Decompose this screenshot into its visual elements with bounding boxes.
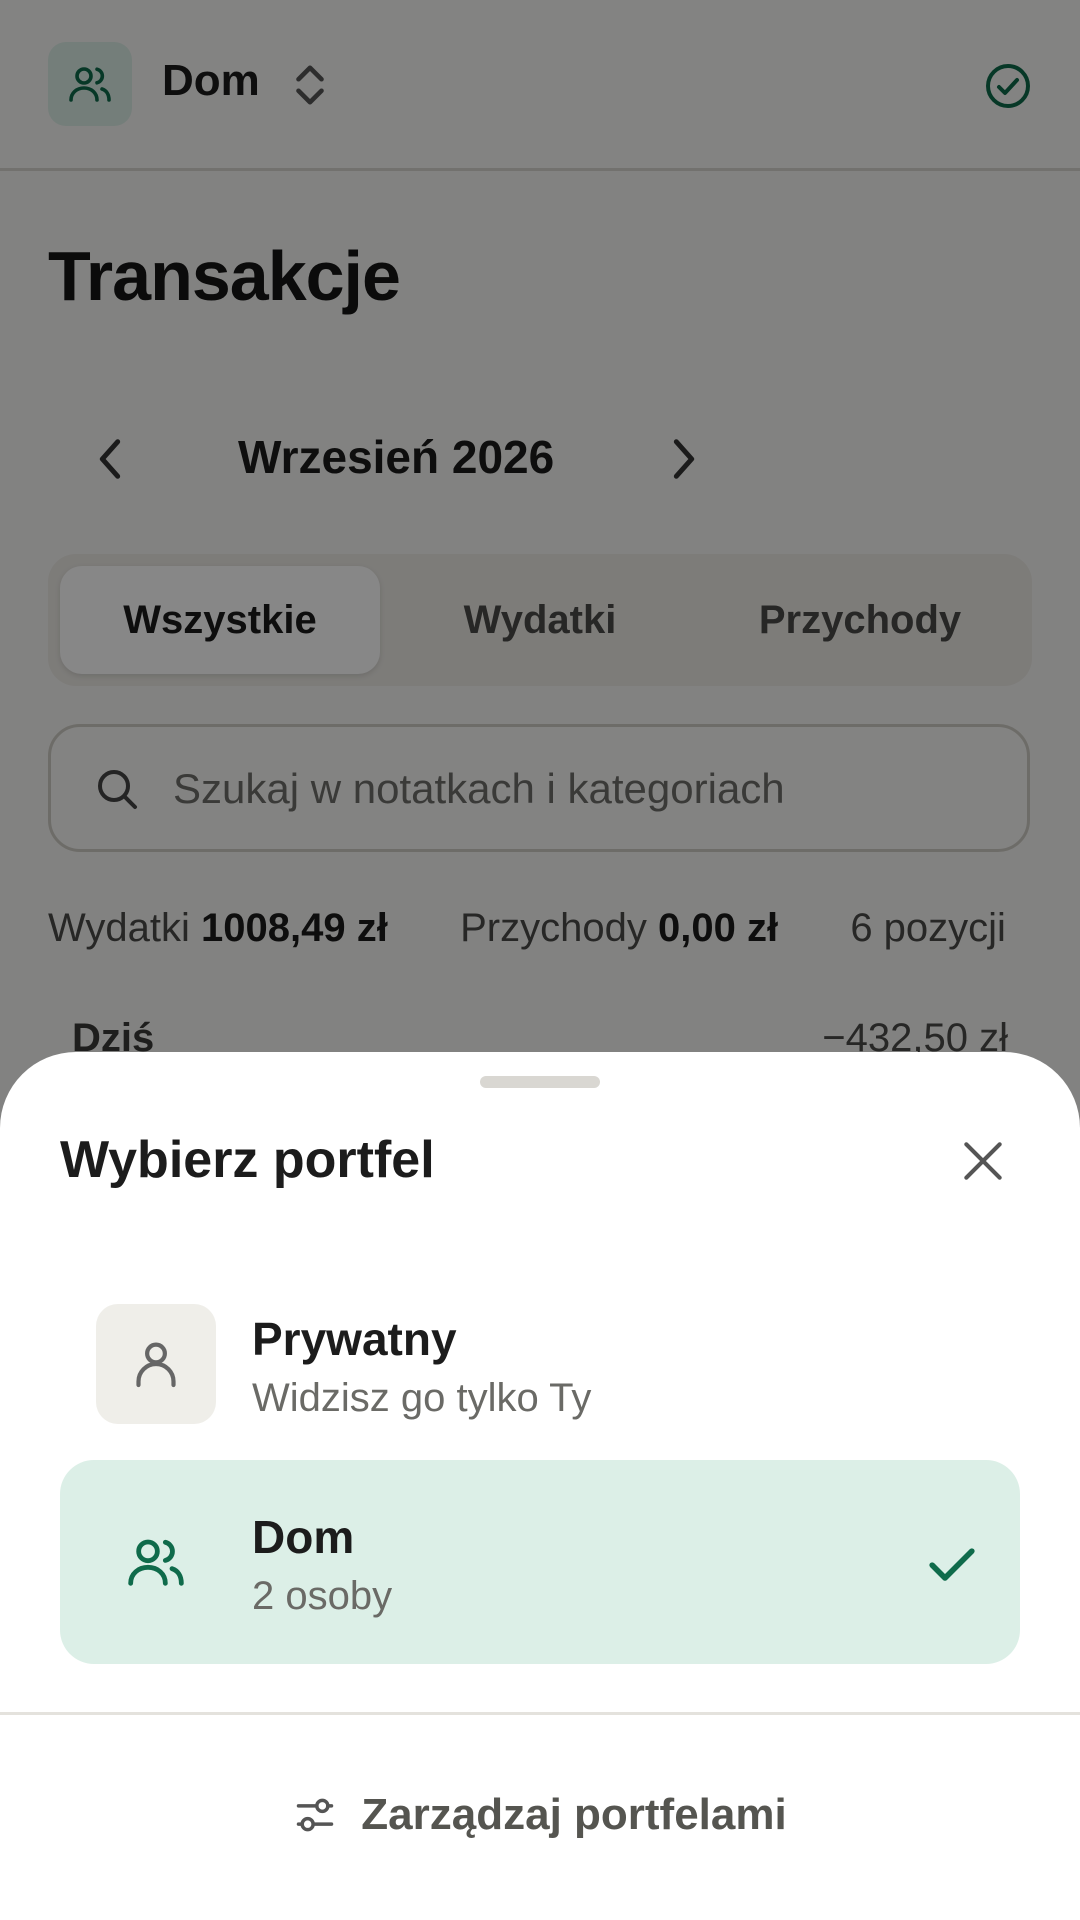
users-icon bbox=[128, 1539, 184, 1586]
checkmark-icon bbox=[929, 1548, 975, 1581]
wallet-option-private[interactable]: Prywatny Widzisz go tylko Ty bbox=[60, 1262, 1020, 1466]
sheet-divider bbox=[0, 1712, 1080, 1715]
wallet-option-name: Prywatny bbox=[252, 1313, 457, 1365]
wallet-option-avatar bbox=[96, 1502, 216, 1622]
manage-wallets-label: Zarządzaj portfelami bbox=[361, 1790, 787, 1839]
wallet-option-name: Dom bbox=[252, 1511, 355, 1563]
user-icon bbox=[136, 1342, 176, 1388]
wallet-picker-sheet: Wybierz portfel Prywatny Widzisz go tylk… bbox=[0, 1052, 1080, 1920]
sliders-icon bbox=[297, 1798, 334, 1832]
manage-wallets-button[interactable]: Zarządzaj portfelami bbox=[0, 1790, 1080, 1840]
close-icon[interactable] bbox=[958, 1136, 1008, 1186]
wallet-option-subtitle: 2 osoby bbox=[252, 1574, 393, 1618]
drag-handle[interactable] bbox=[480, 1076, 600, 1088]
wallet-option-avatar bbox=[96, 1304, 216, 1424]
sheet-title: Wybierz portfel bbox=[60, 1131, 435, 1189]
wallet-option-home[interactable]: Dom 2 osoby bbox=[60, 1460, 1020, 1664]
wallet-option-subtitle: Widzisz go tylko Ty bbox=[252, 1376, 592, 1420]
